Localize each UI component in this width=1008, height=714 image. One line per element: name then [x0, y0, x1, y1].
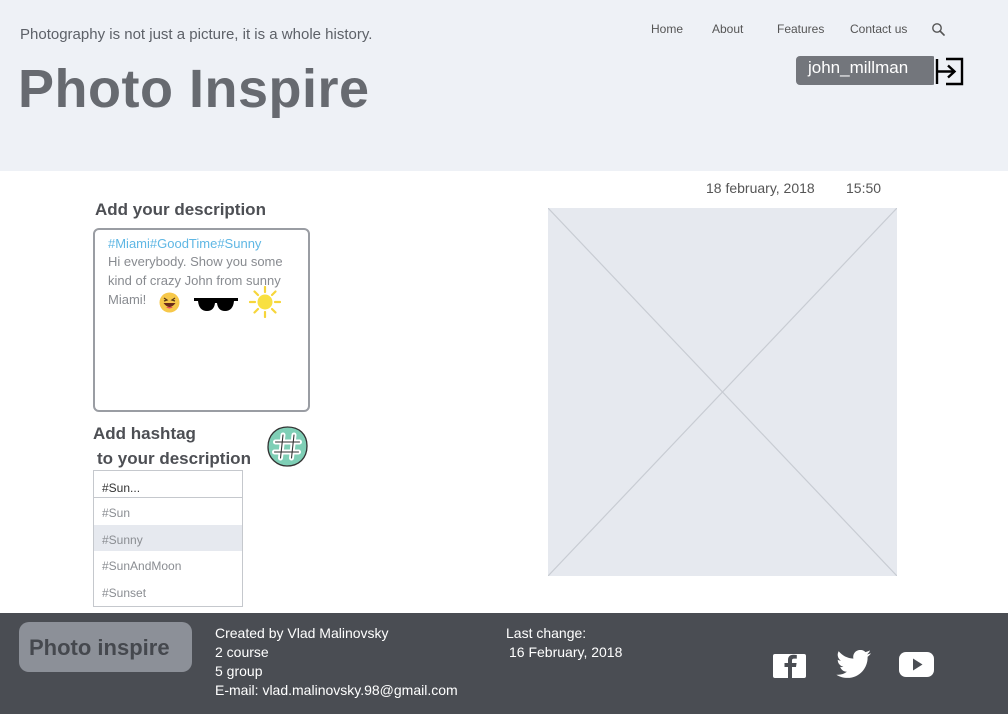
hashtag-icon[interactable]	[266, 425, 309, 468]
username-badge[interactable]: john_millman	[796, 56, 936, 85]
photo-placeholder[interactable]	[548, 208, 897, 576]
twitter-icon[interactable]	[836, 650, 871, 678]
logout-icon[interactable]	[934, 56, 965, 87]
description-hashtags: #Miami#GoodTime#Sunny	[108, 236, 262, 251]
search-icon[interactable]	[931, 22, 945, 36]
post-time: 15:50	[846, 180, 882, 196]
nav-features[interactable]: Features	[777, 22, 824, 36]
footer-course: 2 course	[215, 644, 269, 660]
nav-about[interactable]: About	[712, 22, 743, 36]
hashtag-title: Add hashtag to your description	[93, 424, 251, 468]
footer-last-change: Last change: 16 February, 2018	[506, 624, 622, 662]
facebook-icon[interactable]	[773, 650, 806, 678]
footer-author-info: Created by Vlad Malinovsky 2 course 5 gr…	[215, 624, 458, 700]
hashtag-suggestions: #Sun #Sunny #SunAndMoon #Sunset	[93, 498, 243, 607]
footer-created-by: Created by Vlad Malinovsky	[215, 625, 389, 641]
hashtag-option[interactable]: #Sun	[94, 498, 242, 525]
tagline: Photography is not just a picture, it is…	[20, 26, 373, 43]
nav-home[interactable]: Home	[651, 22, 683, 36]
laughing-emoji-icon	[159, 292, 180, 313]
sunglasses-emoji-icon	[194, 298, 238, 311]
hashtag-option-selected[interactable]: #Sunny	[94, 524, 242, 551]
youtube-icon[interactable]	[899, 650, 934, 678]
footer-last-change-date: 16 February, 2018	[509, 644, 623, 660]
site-title: Photo Inspire	[18, 59, 370, 119]
nav-contact[interactable]: Contact us	[850, 22, 907, 36]
description-textarea[interactable]: #Miami#GoodTime#Sunny Hi everybody. Show…	[93, 228, 310, 412]
hashtag-input[interactable]	[93, 470, 243, 498]
footer-logo[interactable]: Photo inspire	[19, 622, 192, 672]
hashtag-option[interactable]: #SunAndMoon	[94, 551, 242, 578]
footer-group: 5 group	[215, 663, 263, 679]
footer-email[interactable]: E-mail: vlad.malinovsky.98@gmail.com	[215, 681, 458, 700]
post-date: 18 february, 2018	[706, 180, 815, 196]
description-title: Add your description	[95, 200, 266, 219]
hashtag-option[interactable]: #Sunset	[94, 578, 242, 605]
footer-last-change-label: Last change:	[506, 625, 587, 641]
sun-emoji-icon	[249, 286, 281, 318]
